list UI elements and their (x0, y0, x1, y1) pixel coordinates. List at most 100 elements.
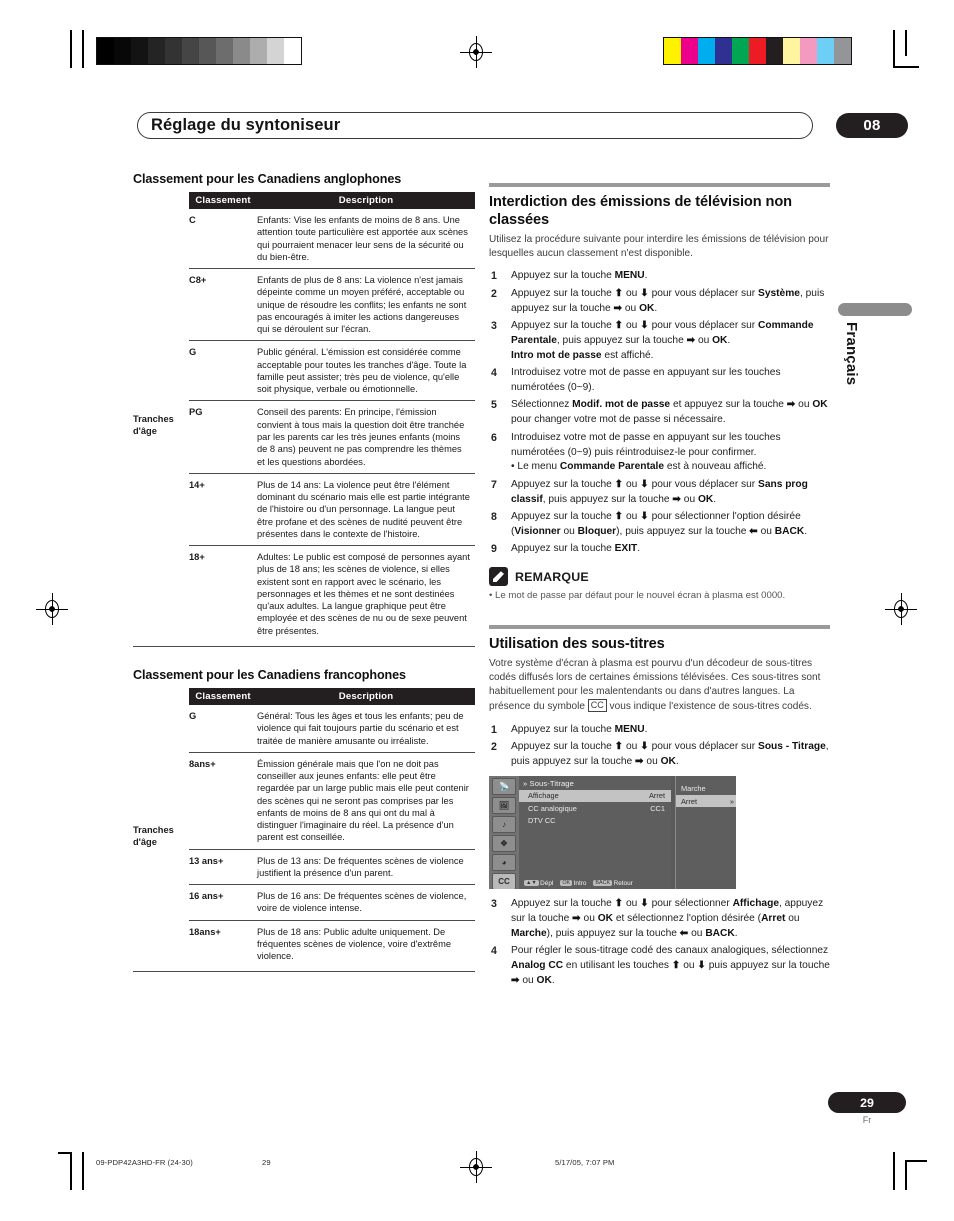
print-swatch (250, 38, 267, 64)
step-item: 6 Introduisez votre mot de passe en appuy… (491, 431, 781, 473)
rating-description: Plus de 16 ans: De fréquentes scènes de … (257, 884, 475, 921)
step-item: 4 Introduisez votre mot de passe en appuy… (491, 367, 781, 393)
print-swatch (732, 38, 749, 64)
osd-sidebar-icons: 📡 🖼 ♪ ✥ ◕ CC (489, 775, 519, 889)
rating-code: C (189, 215, 196, 225)
age-group-label: Tranches d'âge (133, 824, 174, 848)
osd-item-value: CC1 (650, 803, 665, 813)
rating-code: G (189, 340, 257, 401)
step-number: 6 (491, 431, 497, 444)
anglophone-table-heading: Classement pour les Canadiens anglophone… (133, 172, 402, 186)
rating-code: 18+ (189, 545, 257, 642)
section2-steps-before-osd: 1 Appuyez sur la touche MENU. 2 Appuyez sur… (489, 723, 830, 770)
anglophone-rating-table: Classement Description Tranches d'âge C En… (133, 192, 475, 642)
crop-mark-top-left-v (70, 30, 72, 68)
section1-steps: 1 Appuyez sur la touche MENU. 2 Appuyez sur… (489, 269, 830, 557)
print-swatch (233, 38, 250, 64)
osd-menu-item[interactable]: CC analogique CC1 (519, 802, 671, 814)
osd-hint-keys: ▲▼ (524, 879, 539, 886)
rating-code: 18ans+ (189, 919, 257, 968)
osd-hint: ▲▼ Dépl (524, 879, 554, 887)
right-column: Interdiction des émissions de télévision… (489, 183, 830, 991)
remark-title: REMARQUE (515, 569, 589, 584)
footer-page: 29 (262, 1158, 271, 1167)
crop-mark-bottom-left-h (58, 1152, 71, 1154)
osd-hint-keys: BACK (593, 879, 613, 886)
francophone-rating-table: Classement Description Tranches d'âge G Gé… (133, 687, 475, 968)
print-swatch (766, 38, 783, 64)
osd-submenu-value: » (729, 796, 734, 806)
table-row: Tranches d'âge G Général: Tous les âges et… (133, 705, 475, 847)
print-swatch (664, 38, 681, 64)
remark-header: REMARQUE (489, 567, 830, 587)
osd-submenu-item[interactable]: Arret » (676, 795, 736, 808)
print-swatch (199, 38, 216, 64)
rating-code: G (189, 710, 197, 721)
step-number: 3 (491, 897, 497, 910)
print-swatch (148, 38, 165, 64)
print-swatch (834, 38, 851, 64)
print-swatch (698, 38, 715, 64)
rating-code: C8+ (189, 268, 257, 341)
grayscale-bar (96, 37, 302, 65)
anglophone-table-bottom-rule (133, 645, 475, 648)
print-swatch (131, 38, 148, 64)
rating-code: 8ans+ (189, 751, 257, 850)
osd-item-label: Affichage (528, 791, 559, 801)
footer-timestamp: 5/17/05, 7:07 PM (555, 1158, 615, 1167)
language-tab-label: Français (843, 322, 860, 386)
rating-description: Plus de 13 ans: De fréquentes scènes de … (257, 848, 475, 885)
page-number-badge: 29 (828, 1092, 906, 1113)
registration-target-bottom (460, 1151, 492, 1183)
rating-description: Enfants: Vise les enfants de moins de 8 … (257, 215, 468, 262)
rating-description: Adultes: Le public est composé de person… (257, 545, 475, 642)
registration-target-top (460, 36, 492, 68)
rating-code: PG (189, 400, 257, 474)
crop-mark-bottom-left-v (70, 1152, 72, 1190)
rating-description: Plus de 14 ans: La violence peut être l'… (257, 472, 475, 546)
rating-description: Plus de 18 ans: Public adulte uniquement… (257, 919, 475, 968)
step-number: 3 (491, 319, 497, 332)
osd-submenu-panel: Marche Arret » (675, 775, 736, 889)
column-header-blank (133, 192, 189, 209)
francophone-table-bottom-rule (133, 971, 475, 973)
print-swatch (182, 38, 199, 64)
column-header-classement: Classement (189, 687, 257, 705)
registration-target-left (36, 593, 68, 625)
table-header-row: Classement Description (133, 687, 475, 705)
osd-submenu-item[interactable]: Marche (676, 783, 736, 795)
section-heading-sous-titres: Utilisation des sous-titres (489, 635, 665, 652)
osd-hint: OK Intro (560, 879, 587, 887)
print-swatch (216, 38, 233, 64)
crop-mark-top-right-h (893, 66, 919, 68)
age-group-label: Tranches d'âge (133, 414, 174, 437)
step-number: 5 (491, 399, 497, 412)
rating-description: Public général. L'émission est considéré… (257, 340, 475, 401)
rating-code: 16 ans+ (189, 884, 257, 921)
step-item: 7 Appuyez sur la touche ⬆ ou ⬇ pour vous … (491, 478, 808, 505)
print-swatch (114, 38, 131, 64)
osd-footer-hints: ▲▼ Dépl OK Intro BACK Retour (519, 879, 671, 887)
osd-screenshot: 📡 🖼 ♪ ✥ ◕ CC » Sous-Titrage Affichage Arr… (489, 775, 736, 889)
column-header-description: Description (257, 192, 475, 209)
crop-mark-bottom-right-v (893, 1152, 895, 1190)
crop-mark-top-left-v2 (82, 30, 84, 68)
rating-description: Général: Tous les âges et tous les enfan… (257, 710, 464, 746)
sound-icon: ♪ (492, 815, 516, 833)
rating-code: 13 ans+ (189, 848, 257, 885)
step-item: 3 Appuyez sur la touche ⬆ ou ⬇ pour sélec… (491, 897, 824, 939)
step-number: 8 (491, 511, 497, 524)
language-tab-pill (838, 303, 912, 316)
rating-code: 14+ (189, 472, 257, 546)
osd-menu-item[interactable]: Affichage Arret (519, 789, 671, 803)
column-header-description: Description (257, 687, 475, 705)
print-swatch (267, 38, 284, 64)
page-title: Réglage du syntoniseur (151, 116, 341, 134)
print-swatch (817, 38, 834, 64)
page-language-label: Fr (862, 1115, 872, 1125)
step-number: 7 (491, 478, 497, 491)
osd-menu-item[interactable]: DTV CC (519, 814, 671, 826)
table-row: Tranches d'âge C Enfants: Vise les enfants… (133, 209, 475, 436)
color-bar (663, 37, 852, 65)
step-item: 1 Appuyez sur la touche MENU. (489, 723, 830, 738)
